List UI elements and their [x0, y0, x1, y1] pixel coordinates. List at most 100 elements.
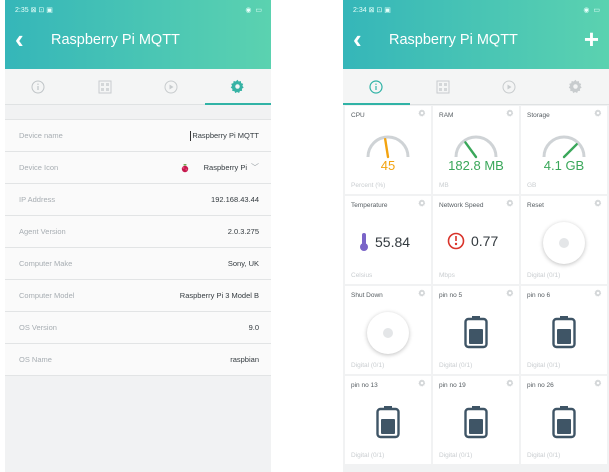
row-os-name: OS Name raspbian [5, 344, 271, 376]
row-label: Computer Model [19, 291, 75, 300]
widget-card-shut-down[interactable]: Shut Down Digital (0/1) [345, 286, 431, 374]
gear-icon[interactable] [506, 199, 514, 207]
grid-icon [436, 80, 450, 93]
gear-icon[interactable] [506, 109, 514, 117]
dashboard-screen: 2:34 ⊠ ⊡ ▣ ◉ ▭ ‹ Raspberry Pi MQTT + CPU… [343, 0, 609, 472]
gear-icon[interactable] [594, 109, 602, 117]
gear-icon [231, 79, 244, 94]
row-value: Sony, UK [227, 259, 259, 268]
widget-card-network-speed[interactable]: Network Speed 0.77 Mbps [433, 196, 519, 284]
widget-unit: Digital (0/1) [439, 362, 473, 369]
widget-card-pin-no-6[interactable]: pin no 6 Digital (0/1) [521, 286, 607, 374]
gear-icon[interactable] [594, 379, 602, 387]
battery-toggle-icon[interactable] [552, 405, 576, 439]
widget-title: pin no 26 [527, 382, 554, 389]
gear-icon[interactable] [506, 379, 514, 387]
widget-title: pin no 6 [527, 292, 551, 299]
raspberry-pi-icon [181, 163, 188, 172]
row-label: Device Icon [19, 163, 59, 172]
device-info-list: Device name Raspberry Pi MQTT Device Ico… [5, 119, 271, 376]
widget-card-storage[interactable]: Storage 4.1 GB GB [521, 106, 607, 194]
widget-grid: CPU 45 Percent (%) RAM 182.8 MB MB Storage 4.1 … [345, 106, 607, 464]
widget-card-ram[interactable]: RAM 182.8 MB MB [433, 106, 519, 194]
row-os-version: OS Version 9.0 [5, 312, 271, 344]
gear-icon [569, 79, 582, 94]
page-title: Raspberry Pi MQTT [51, 31, 180, 48]
gear-icon[interactable] [418, 379, 426, 387]
row-label: OS Version [19, 323, 57, 332]
chevron-down-icon[interactable]: ﹀ [251, 162, 259, 173]
widget-value: 55.84 [375, 234, 411, 250]
back-arrow-icon[interactable]: ‹ [353, 26, 373, 52]
widget-title: Temperature [351, 202, 388, 209]
widget-value: 182.8 MB [448, 158, 504, 173]
status-bar: 2:35 ⊠ ⊡ ▣ ◉ ▭ [5, 0, 271, 20]
gear-icon[interactable] [418, 289, 426, 297]
app-header: 2:34 ⊠ ⊡ ▣ ◉ ▭ ‹ Raspberry Pi MQTT + [343, 0, 609, 69]
widget-card-pin-no-13[interactable]: pin no 13 Digital (0/1) [345, 376, 431, 464]
widget-unit: Digital (0/1) [527, 362, 561, 369]
app-header: 2:35 ⊠ ⊡ ▣ ◉ ▭ ‹ Raspberry Pi MQTT [5, 0, 271, 69]
tab-play[interactable] [138, 69, 205, 104]
tab-bar [5, 69, 271, 105]
row-value: Raspberry Pi 3 Model B [179, 291, 259, 300]
device-name-input[interactable]: Raspberry Pi MQTT [192, 131, 259, 140]
back-arrow-icon[interactable]: ‹ [15, 26, 35, 52]
gear-icon[interactable] [418, 109, 426, 117]
status-time: 2:34 [353, 7, 367, 14]
widget-unit: Digital (0/1) [439, 452, 473, 459]
info-icon [31, 80, 45, 93]
tab-info[interactable] [343, 69, 410, 105]
tab-play[interactable] [476, 69, 543, 104]
widget-card-pin-no-19[interactable]: pin no 19 Digital (0/1) [433, 376, 519, 464]
row-device-icon[interactable]: Device Icon Raspberry Pi ﹀ [5, 152, 271, 184]
widget-reading: 0.77 [447, 232, 498, 250]
gear-icon[interactable] [506, 289, 514, 297]
battery-toggle-icon[interactable] [464, 405, 488, 439]
gear-icon[interactable] [594, 289, 602, 297]
gear-icon[interactable] [418, 199, 426, 207]
tab-settings[interactable] [543, 69, 609, 104]
gear-icon[interactable] [594, 199, 602, 207]
row-value: 192.168.43.44 [211, 195, 259, 204]
tab-info[interactable] [5, 69, 72, 104]
row-value: 9.0 [248, 323, 259, 332]
widget-value: 4.1 GB [543, 158, 585, 173]
status-icons: ⊠ ⊡ ▣ [368, 7, 391, 14]
push-button-control[interactable] [543, 222, 585, 264]
widget-unit: Digital (0/1) [351, 452, 385, 459]
widget-title: pin no 5 [439, 292, 463, 299]
row-label: IP Address [19, 195, 56, 204]
device-icon-select[interactable]: Raspberry Pi [204, 163, 247, 172]
row-computer-model: Computer Model Raspberry Pi 3 Model B [5, 280, 271, 312]
battery-icon: ◉ ▭ [245, 7, 263, 14]
battery-toggle-icon[interactable] [376, 405, 400, 439]
tab-dashboard[interactable] [410, 69, 477, 104]
tab-settings[interactable] [204, 69, 272, 105]
settings-screen: 2:35 ⊠ ⊡ ▣ ◉ ▭ ‹ Raspberry Pi MQTT Devic… [5, 0, 271, 472]
gauge-icon [542, 135, 586, 159]
tab-dashboard[interactable] [72, 69, 139, 104]
push-button-control[interactable] [367, 312, 409, 354]
battery-toggle-icon[interactable] [464, 315, 488, 349]
row-device-name[interactable]: Device name Raspberry Pi MQTT [5, 120, 271, 152]
row-agent-version: Agent Version 2.0.3.275 [5, 216, 271, 248]
widget-unit: Digital (0/1) [527, 272, 561, 279]
widget-card-temperature[interactable]: Temperature 55.84 Celsius [345, 196, 431, 284]
widget-card-pin-no-26[interactable]: pin no 26 Digital (0/1) [521, 376, 607, 464]
widget-title: Storage [527, 112, 550, 119]
widget-title: RAM [439, 112, 454, 119]
add-widget-button[interactable]: + [584, 26, 599, 52]
widget-card-pin-no-5[interactable]: pin no 5 Digital (0/1) [433, 286, 519, 374]
info-icon [369, 79, 383, 94]
gauge-needle [384, 137, 390, 159]
widget-title: Reset [527, 202, 544, 209]
row-ip-address: IP Address 192.168.43.44 [5, 184, 271, 216]
widget-unit: Digital (0/1) [527, 452, 561, 459]
widget-card-cpu[interactable]: CPU 45 Percent (%) [345, 106, 431, 194]
widget-value: 45 [380, 158, 396, 173]
row-label: Computer Make [19, 259, 73, 268]
battery-toggle-icon[interactable] [552, 315, 576, 349]
widget-title: CPU [351, 112, 365, 119]
widget-card-reset[interactable]: Reset Digital (0/1) [521, 196, 607, 284]
